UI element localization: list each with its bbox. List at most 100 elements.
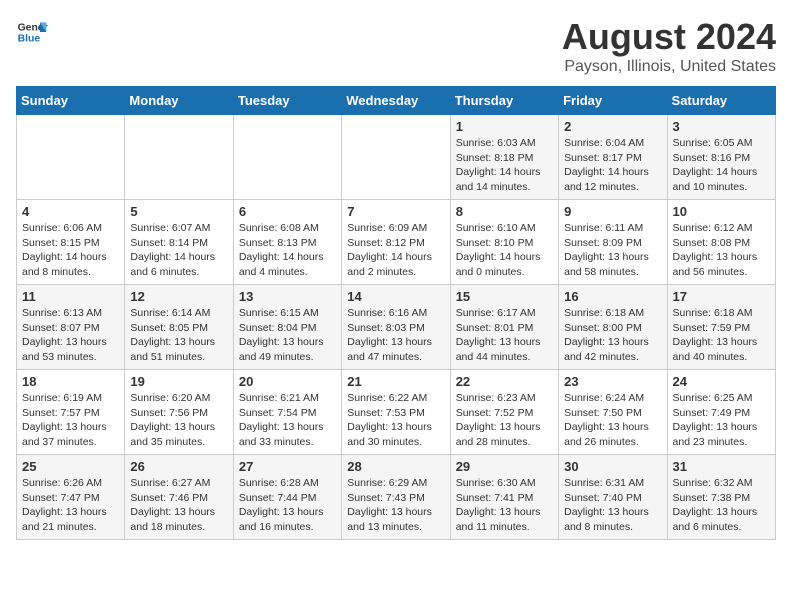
day-info: Sunrise: 6:09 AMSunset: 8:12 PMDaylight:… xyxy=(347,221,444,280)
day-number: 9 xyxy=(564,204,661,219)
day-number: 21 xyxy=(347,374,444,389)
day-info: Sunrise: 6:03 AMSunset: 8:18 PMDaylight:… xyxy=(456,136,553,195)
day-info: Sunrise: 6:32 AMSunset: 7:38 PMDaylight:… xyxy=(673,476,770,535)
calendar-header: SundayMondayTuesdayWednesdayThursdayFrid… xyxy=(17,87,776,115)
day-number: 30 xyxy=(564,459,661,474)
calendar-cell: 11 Sunrise: 6:13 AMSunset: 8:07 PMDayligh… xyxy=(17,285,125,370)
calendar-cell: 13 Sunrise: 6:15 AMSunset: 8:04 PMDayligh… xyxy=(233,285,341,370)
calendar-cell xyxy=(125,115,233,200)
day-number: 14 xyxy=(347,289,444,304)
calendar-cell: 24Sunrise: 6:25 AMSunset: 7:49 PMDayligh… xyxy=(667,370,775,455)
calendar-body: 1 Sunrise: 6:03 AMSunset: 8:18 PMDaylight… xyxy=(17,115,776,540)
page-title: August 2024 xyxy=(562,16,776,58)
calendar-cell: 7 Sunrise: 6:09 AMSunset: 8:12 PMDaylight… xyxy=(342,200,450,285)
calendar-cell: 4 Sunrise: 6:06 AMSunset: 8:15 PMDaylight… xyxy=(17,200,125,285)
day-info: Sunrise: 6:22 AMSunset: 7:53 PMDaylight:… xyxy=(347,391,444,450)
day-info: Sunrise: 6:04 AMSunset: 8:17 PMDaylight:… xyxy=(564,136,661,195)
days-of-week-row: SundayMondayTuesdayWednesdayThursdayFrid… xyxy=(17,87,776,115)
day-info: Sunrise: 6:11 AMSunset: 8:09 PMDaylight:… xyxy=(564,221,661,280)
title-block: August 2024 Payson, Illinois, United Sta… xyxy=(562,16,776,76)
day-info: Sunrise: 6:17 AMSunset: 8:01 PMDaylight:… xyxy=(456,306,553,365)
day-info: Sunrise: 6:05 AMSunset: 8:16 PMDaylight:… xyxy=(673,136,770,195)
calendar-cell: 29 Sunrise: 6:30 AMSunset: 7:41 PMDayligh… xyxy=(450,455,558,540)
day-info: Sunrise: 6:31 AMSunset: 7:40 PMDaylight:… xyxy=(564,476,661,535)
calendar-cell: 6Sunrise: 6:08 AMSunset: 8:13 PMDaylight… xyxy=(233,200,341,285)
day-number: 27 xyxy=(239,459,336,474)
day-of-week-thursday: Thursday xyxy=(450,87,558,115)
day-number: 26 xyxy=(130,459,227,474)
day-info: Sunrise: 6:25 AMSunset: 7:49 PMDaylight:… xyxy=(673,391,770,450)
day-info: Sunrise: 6:26 AMSunset: 7:47 PMDaylight:… xyxy=(22,476,119,535)
calendar-cell: 5 Sunrise: 6:07 AMSunset: 8:14 PMDaylight… xyxy=(125,200,233,285)
calendar-cell: 18Sunrise: 6:19 AMSunset: 7:57 PMDayligh… xyxy=(17,370,125,455)
calendar-cell: 19 Sunrise: 6:20 AMSunset: 7:56 PMDayligh… xyxy=(125,370,233,455)
day-number: 19 xyxy=(130,374,227,389)
calendar-cell: 30 Sunrise: 6:31 AMSunset: 7:40 PMDayligh… xyxy=(559,455,667,540)
day-info: Sunrise: 6:13 AMSunset: 8:07 PMDaylight:… xyxy=(22,306,119,365)
day-number: 10 xyxy=(673,204,770,219)
day-number: 20 xyxy=(239,374,336,389)
day-number: 22 xyxy=(456,374,553,389)
day-info: Sunrise: 6:14 AMSunset: 8:05 PMDaylight:… xyxy=(130,306,227,365)
calendar-cell: 31 Sunrise: 6:32 AMSunset: 7:38 PMDayligh… xyxy=(667,455,775,540)
day-number: 28 xyxy=(347,459,444,474)
page-subtitle: Payson, Illinois, United States xyxy=(562,58,776,76)
calendar-week-3: 11 Sunrise: 6:13 AMSunset: 8:07 PMDayligh… xyxy=(17,285,776,370)
day-number: 16 xyxy=(564,289,661,304)
day-info: Sunrise: 6:10 AMSunset: 8:10 PMDaylight:… xyxy=(456,221,553,280)
calendar-cell: 25 Sunrise: 6:26 AMSunset: 7:47 PMDayligh… xyxy=(17,455,125,540)
day-number: 2 xyxy=(564,119,661,134)
day-info: Sunrise: 6:06 AMSunset: 8:15 PMDaylight:… xyxy=(22,221,119,280)
day-of-week-tuesday: Tuesday xyxy=(233,87,341,115)
calendar-cell: 17Sunrise: 6:18 AMSunset: 7:59 PMDayligh… xyxy=(667,285,775,370)
calendar-cell: 27Sunrise: 6:28 AMSunset: 7:44 PMDayligh… xyxy=(233,455,341,540)
day-number: 1 xyxy=(456,119,553,134)
calendar-table: SundayMondayTuesdayWednesdayThursdayFrid… xyxy=(16,86,776,540)
day-info: Sunrise: 6:24 AMSunset: 7:50 PMDaylight:… xyxy=(564,391,661,450)
day-info: Sunrise: 6:20 AMSunset: 7:56 PMDaylight:… xyxy=(130,391,227,450)
day-info: Sunrise: 6:18 AMSunset: 8:00 PMDaylight:… xyxy=(564,306,661,365)
day-number: 18 xyxy=(22,374,119,389)
calendar-cell xyxy=(233,115,341,200)
calendar-cell: 20Sunrise: 6:21 AMSunset: 7:54 PMDayligh… xyxy=(233,370,341,455)
day-number: 15 xyxy=(456,289,553,304)
day-info: Sunrise: 6:23 AMSunset: 7:52 PMDaylight:… xyxy=(456,391,553,450)
day-number: 29 xyxy=(456,459,553,474)
day-info: Sunrise: 6:29 AMSunset: 7:43 PMDaylight:… xyxy=(347,476,444,535)
day-info: Sunrise: 6:18 AMSunset: 7:59 PMDaylight:… xyxy=(673,306,770,365)
day-info: Sunrise: 6:08 AMSunset: 8:13 PMDaylight:… xyxy=(239,221,336,280)
calendar-cell: 2 Sunrise: 6:04 AMSunset: 8:17 PMDaylight… xyxy=(559,115,667,200)
page-header: General Blue August 2024 Payson, Illinoi… xyxy=(16,16,776,76)
calendar-cell: 28 Sunrise: 6:29 AMSunset: 7:43 PMDayligh… xyxy=(342,455,450,540)
calendar-cell: 3Sunrise: 6:05 AMSunset: 8:16 PMDaylight… xyxy=(667,115,775,200)
day-number: 31 xyxy=(673,459,770,474)
day-number: 5 xyxy=(130,204,227,219)
calendar-cell: 26 Sunrise: 6:27 AMSunset: 7:46 PMDayligh… xyxy=(125,455,233,540)
calendar-cell: 14 Sunrise: 6:16 AMSunset: 8:03 PMDayligh… xyxy=(342,285,450,370)
calendar-cell: 21 Sunrise: 6:22 AMSunset: 7:53 PMDayligh… xyxy=(342,370,450,455)
calendar-cell: 1 Sunrise: 6:03 AMSunset: 8:18 PMDaylight… xyxy=(450,115,558,200)
calendar-cell: 22 Sunrise: 6:23 AMSunset: 7:52 PMDayligh… xyxy=(450,370,558,455)
day-number: 4 xyxy=(22,204,119,219)
calendar-cell xyxy=(342,115,450,200)
calendar-week-1: 1 Sunrise: 6:03 AMSunset: 8:18 PMDaylight… xyxy=(17,115,776,200)
svg-text:Blue: Blue xyxy=(18,34,41,45)
day-number: 11 xyxy=(22,289,119,304)
day-number: 13 xyxy=(239,289,336,304)
day-info: Sunrise: 6:07 AMSunset: 8:14 PMDaylight:… xyxy=(130,221,227,280)
day-info: Sunrise: 6:30 AMSunset: 7:41 PMDaylight:… xyxy=(456,476,553,535)
day-of-week-sunday: Sunday xyxy=(17,87,125,115)
day-of-week-wednesday: Wednesday xyxy=(342,87,450,115)
calendar-cell: 10Sunrise: 6:12 AMSunset: 8:08 PMDayligh… xyxy=(667,200,775,285)
logo-icon: General Blue xyxy=(16,16,48,48)
day-of-week-friday: Friday xyxy=(559,87,667,115)
day-number: 8 xyxy=(456,204,553,219)
day-number: 25 xyxy=(22,459,119,474)
day-info: Sunrise: 6:16 AMSunset: 8:03 PMDaylight:… xyxy=(347,306,444,365)
day-info: Sunrise: 6:27 AMSunset: 7:46 PMDaylight:… xyxy=(130,476,227,535)
calendar-cell: 15 Sunrise: 6:17 AMSunset: 8:01 PMDayligh… xyxy=(450,285,558,370)
day-number: 7 xyxy=(347,204,444,219)
calendar-cell: 23Sunrise: 6:24 AMSunset: 7:50 PMDayligh… xyxy=(559,370,667,455)
day-info: Sunrise: 6:15 AMSunset: 8:04 PMDaylight:… xyxy=(239,306,336,365)
calendar-cell: 12Sunrise: 6:14 AMSunset: 8:05 PMDayligh… xyxy=(125,285,233,370)
